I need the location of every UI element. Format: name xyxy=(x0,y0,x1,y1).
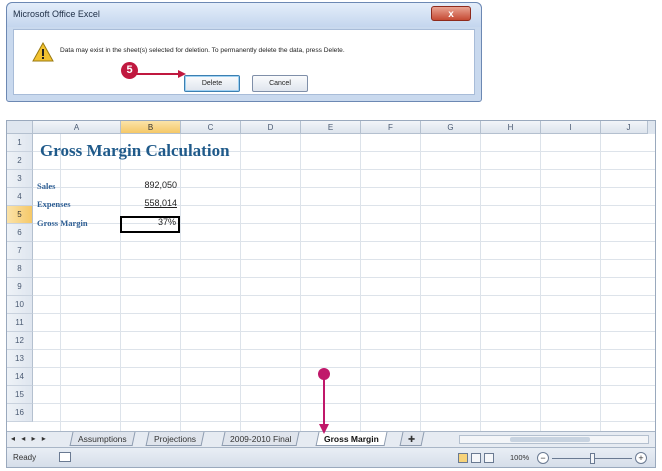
excel-workbook: ABCDEFGHIJ 1 2 3 4 5 6 7 8 9 10 11 12 13 14 15 16 Gross… xyxy=(6,120,656,468)
column-header-c[interactable]: C xyxy=(181,121,241,134)
tab-gross-margin[interactable]: Gross Margin xyxy=(315,432,388,446)
dialog-title: Microsoft Office Excel xyxy=(13,9,100,19)
insert-sheet-icon: ✚ xyxy=(408,434,416,444)
delete-confirmation-dialog: Microsoft Office Excel x Data may exist … xyxy=(6,2,482,102)
macro-record-icon[interactable] xyxy=(59,452,71,462)
column-header-f[interactable]: F xyxy=(361,121,421,134)
step-arrow-icon xyxy=(136,70,186,78)
zoom-level[interactable]: 100% xyxy=(510,453,529,462)
row-header-12[interactable]: 12 xyxy=(7,332,33,350)
column-header-h[interactable]: H xyxy=(481,121,541,134)
zoom-in-icon[interactable]: + xyxy=(635,452,647,464)
row-header-6[interactable]: 6 xyxy=(7,224,33,242)
dialog-close-button[interactable]: x xyxy=(431,6,471,21)
tab-projections[interactable]: Projections xyxy=(145,432,205,446)
normal-view-icon[interactable] xyxy=(458,453,468,463)
column-header-g[interactable]: G xyxy=(421,121,481,134)
warning-icon xyxy=(32,42,54,62)
row-header-7[interactable]: 7 xyxy=(7,242,33,260)
sheet-title-cell[interactable]: Gross Margin Calculation xyxy=(40,141,230,161)
row-header-2[interactable]: 2 xyxy=(7,152,33,170)
expenses-value-cell[interactable]: 558,014 xyxy=(121,198,177,208)
expenses-label-cell[interactable]: Expenses xyxy=(37,199,71,209)
row-header-13[interactable]: 13 xyxy=(7,350,33,368)
column-header-b[interactable]: B xyxy=(121,121,181,134)
cell-grid[interactable] xyxy=(33,134,655,431)
column-header-e[interactable]: E xyxy=(301,121,361,134)
tab-2009-2010-final[interactable]: 2009-2010 Final xyxy=(221,432,300,446)
zoom-slider-thumb[interactable] xyxy=(590,453,595,464)
row-header-8[interactable]: 8 xyxy=(7,260,33,278)
dialog-message: Data may exist in the sheet(s) selected … xyxy=(60,47,345,54)
row-header-3[interactable]: 3 xyxy=(7,170,33,188)
horizontal-scrollbar[interactable] xyxy=(459,435,649,444)
dialog-body: Data may exist in the sheet(s) selected … xyxy=(13,29,475,95)
tab-assumptions[interactable]: Assumptions xyxy=(69,432,136,446)
row-header-9[interactable]: 9 xyxy=(7,278,33,296)
column-header-i[interactable]: I xyxy=(541,121,601,134)
sales-value-cell[interactable]: 892,050 xyxy=(121,180,177,190)
row-header-4[interactable]: 4 xyxy=(7,188,33,206)
column-header-a[interactable]: A xyxy=(33,121,121,134)
sheet-nav-buttons[interactable]: ◂ ◂ ▸ ▸ xyxy=(11,434,48,443)
cancel-button[interactable]: Cancel xyxy=(252,75,308,92)
status-text: Ready xyxy=(13,453,37,462)
page-break-view-icon[interactable] xyxy=(484,453,494,463)
horizontal-scroll-thumb[interactable] xyxy=(510,437,590,442)
delete-button[interactable]: Delete xyxy=(184,75,240,92)
gross-margin-label-cell[interactable]: Gross Margin xyxy=(37,218,88,228)
close-icon: x xyxy=(448,9,454,20)
sheet-tab-bar: ◂ ◂ ▸ ▸ Assumptions Projections 2009-201… xyxy=(7,431,655,447)
zoom-out-icon[interactable]: − xyxy=(537,452,549,464)
status-bar: Ready 100% − + xyxy=(7,447,655,467)
dialog-titlebar: Microsoft Office Excel x xyxy=(7,3,481,27)
row-header-16[interactable]: 16 xyxy=(7,404,33,422)
row-header-11[interactable]: 11 xyxy=(7,314,33,332)
row-header-1[interactable]: 1 xyxy=(7,134,33,152)
row-header-14[interactable]: 14 xyxy=(7,368,33,386)
row-header-15[interactable]: 15 xyxy=(7,386,33,404)
insert-sheet-button[interactable]: ✚ xyxy=(399,432,425,446)
column-header-d[interactable]: D xyxy=(241,121,301,134)
row-header-10[interactable]: 10 xyxy=(7,296,33,314)
select-all-corner[interactable] xyxy=(7,121,33,134)
gross-margin-value-cell[interactable]: 37% xyxy=(121,217,176,227)
vertical-scroll-split[interactable] xyxy=(647,121,655,134)
row-header-5[interactable]: 5 xyxy=(7,206,33,224)
page-layout-view-icon[interactable] xyxy=(471,453,481,463)
sales-label-cell[interactable]: Sales xyxy=(37,181,55,191)
